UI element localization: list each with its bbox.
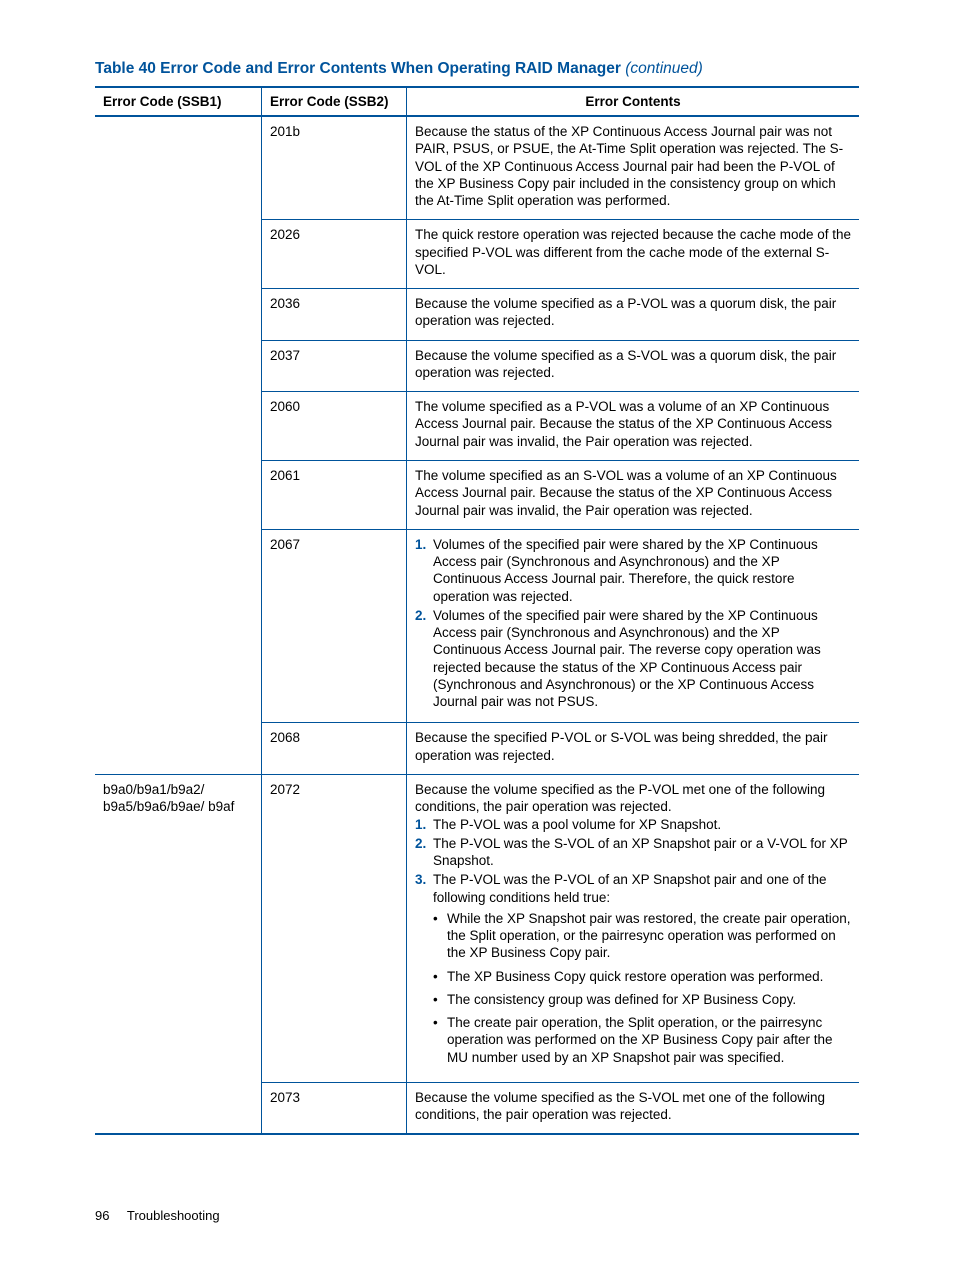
table-header-row: Error Code (SSB1) Error Code (SSB2) Erro… — [95, 87, 859, 116]
cell-ssb2: 2073 — [262, 1082, 407, 1134]
table-title-continued: (continued) — [625, 60, 703, 77]
cell-ssb1 — [95, 220, 262, 289]
cell-ssb1 — [95, 116, 262, 220]
table-row: 201b Because the status of the XP Contin… — [95, 116, 859, 220]
table-title: Table 40 Error Code and Error Contents W… — [95, 60, 859, 78]
cell-ssb1 — [95, 340, 262, 392]
cell-contents: Because the volume specified as a P-VOL … — [407, 289, 860, 341]
cell-contents: The quick restore operation was rejected… — [407, 220, 860, 289]
cell-contents: The volume specified as a P-VOL was a vo… — [407, 392, 860, 461]
list-item: The P-VOL was the P-VOL of an XP Snapsho… — [415, 871, 851, 906]
cell-ssb1 — [95, 1082, 262, 1134]
cell-ssb2: 2067 — [262, 529, 407, 723]
table-row: 2026 The quick restore operation was rej… — [95, 220, 859, 289]
table-row: 2037 Because the volume specified as a S… — [95, 340, 859, 392]
ordered-list: The P-VOL was a pool volume for XP Snaps… — [415, 816, 851, 906]
table-row: 2060 The volume specified as a P-VOL was… — [95, 392, 859, 461]
table-row: 2073 Because the volume specified as the… — [95, 1082, 859, 1134]
col-header-ssb2: Error Code (SSB2) — [262, 87, 407, 116]
cell-ssb2: 2072 — [262, 774, 407, 1082]
list-item: The create pair operation, the Split ope… — [433, 1014, 851, 1066]
ordered-list: Volumes of the specified pair were share… — [415, 536, 851, 711]
section-title: Troubleshooting — [127, 1208, 220, 1223]
table-row: 2061 The volume specified as an S-VOL wa… — [95, 460, 859, 529]
cell-ssb2: 201b — [262, 116, 407, 220]
list-item: Volumes of the specified pair were share… — [415, 536, 851, 605]
table-row: 2068 Because the specified P-VOL or S-VO… — [95, 723, 859, 775]
table-row: 2036 Because the volume specified as a P… — [95, 289, 859, 341]
cell-ssb2: 2036 — [262, 289, 407, 341]
error-code-table: Error Code (SSB1) Error Code (SSB2) Erro… — [95, 86, 859, 1135]
cell-contents: Because the volume specified as the S-VO… — [407, 1082, 860, 1134]
cell-ssb1 — [95, 289, 262, 341]
cell-contents: Because the volume specified as the P-VO… — [407, 774, 860, 1082]
list-item: The consistency group was defined for XP… — [433, 991, 851, 1008]
page-number: 96 — [95, 1208, 109, 1223]
list-item: The P-VOL was the S-VOL of an XP Snapsho… — [415, 835, 851, 870]
list-item: While the XP Snapshot pair was restored,… — [433, 910, 851, 962]
cell-intro-text: Because the volume specified as the P-VO… — [415, 781, 851, 816]
cell-ssb1 — [95, 460, 262, 529]
cell-contents: The volume specified as an S-VOL was a v… — [407, 460, 860, 529]
cell-ssb2: 2060 — [262, 392, 407, 461]
page-footer: 96 Troubleshooting — [95, 1208, 220, 1223]
list-item: Volumes of the specified pair were share… — [415, 607, 851, 711]
cell-ssb2: 2068 — [262, 723, 407, 775]
cell-contents: Because the status of the XP Continuous … — [407, 116, 860, 220]
cell-contents: Because the volume specified as a S-VOL … — [407, 340, 860, 392]
cell-ssb2: 2061 — [262, 460, 407, 529]
cell-contents: Because the specified P-VOL or S-VOL was… — [407, 723, 860, 775]
list-item: The XP Business Copy quick restore opera… — [433, 968, 851, 985]
cell-contents: Volumes of the specified pair were share… — [407, 529, 860, 723]
cell-ssb1 — [95, 723, 262, 775]
table-row: b9a0/b9a1/b9a2/ b9a5/b9a6/b9ae/ b9af 207… — [95, 774, 859, 1082]
table-title-text: Table 40 Error Code and Error Contents W… — [95, 60, 621, 77]
cell-ssb1 — [95, 392, 262, 461]
table-row: 2067 Volumes of the specified pair were … — [95, 529, 859, 723]
cell-ssb2: 2037 — [262, 340, 407, 392]
cell-ssb1 — [95, 529, 262, 723]
col-header-contents: Error Contents — [407, 87, 860, 116]
cell-ssb2: 2026 — [262, 220, 407, 289]
document-page: Table 40 Error Code and Error Contents W… — [0, 0, 954, 1271]
col-header-ssb1: Error Code (SSB1) — [95, 87, 262, 116]
bullet-list: While the XP Snapshot pair was restored,… — [433, 910, 851, 1066]
list-item: The P-VOL was a pool volume for XP Snaps… — [415, 816, 851, 833]
cell-ssb1: b9a0/b9a1/b9a2/ b9a5/b9a6/b9ae/ b9af — [95, 774, 262, 1082]
